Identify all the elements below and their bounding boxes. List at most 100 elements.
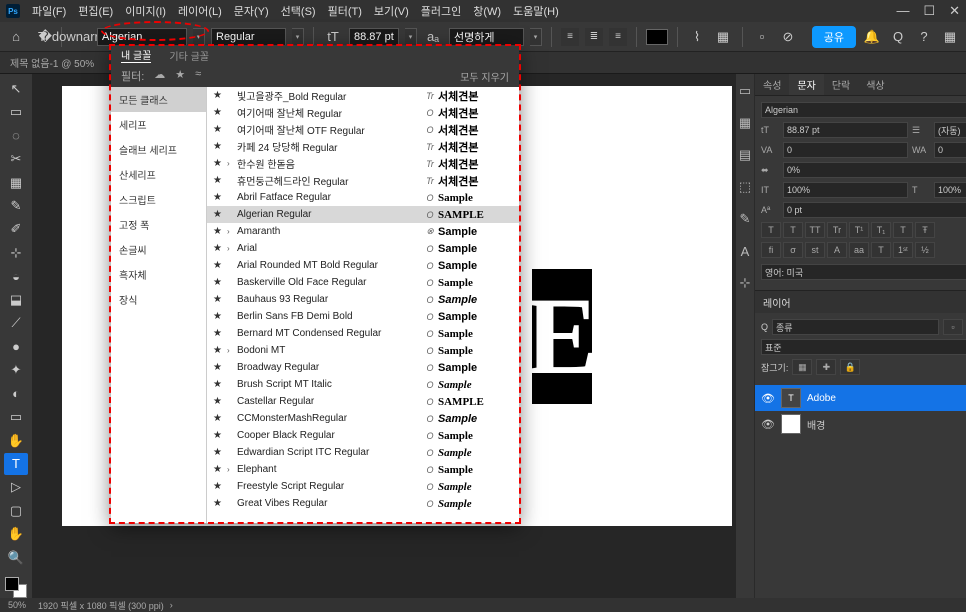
tool-20[interactable]: 🔍 <box>4 547 28 568</box>
font-list-item[interactable]: ★빛고을광주_Bold RegularTr서체견본 <box>207 87 519 104</box>
tab-color[interactable]: 색상 <box>858 74 892 95</box>
search-icon[interactable]: Q <box>888 27 908 47</box>
font-tab-other[interactable]: 기타 글꼴 <box>169 48 209 63</box>
lock-all-icon[interactable]: 🔒 <box>840 359 860 375</box>
panel-icon-0[interactable]: ▭ <box>736 82 754 100</box>
font-class-item[interactable]: 세리프 <box>111 112 206 137</box>
expand-arrow-icon[interactable]: › <box>227 159 237 168</box>
type-style-5[interactable]: T₁ <box>871 222 891 238</box>
font-list-item[interactable]: ★Algerian RegularOSAMPLE <box>207 206 519 223</box>
visibility-icon[interactable]: 👁 <box>761 392 775 405</box>
notification-icon[interactable]: 🔔 <box>862 27 882 47</box>
font-list-item[interactable]: ★›ArialOSample <box>207 240 519 257</box>
font-list-item[interactable]: ★Castellar RegularOSAMPLE <box>207 393 519 410</box>
tool-13[interactable]: ◐ <box>4 383 28 404</box>
font-list-item[interactable]: ★Great Vibes RegularOSample <box>207 495 519 512</box>
filter-img-icon[interactable]: ▫ <box>943 319 963 335</box>
font-list-item[interactable]: ★Arial Rounded MT Bold RegularOSample <box>207 257 519 274</box>
font-size-input[interactable] <box>349 28 399 46</box>
tool-16[interactable]: T <box>4 453 28 474</box>
visibility-icon[interactable]: 👁 <box>761 418 775 431</box>
panel-icon-2[interactable]: ▤ <box>736 146 754 164</box>
workspace-icon[interactable]: ▦ <box>940 27 960 47</box>
menu-help[interactable]: 도움말(H) <box>513 3 559 19</box>
tool-4[interactable]: ▦ <box>4 172 28 193</box>
menu-layer[interactable]: 레이어(L) <box>178 3 222 19</box>
menu-edit[interactable]: 편집(E) <box>78 3 113 19</box>
char-vscale[interactable] <box>934 182 966 198</box>
panel-icon-1[interactable]: ▦ <box>736 114 754 132</box>
font-tab-my[interactable]: 내 글꼴 <box>121 47 151 63</box>
favorite-star-icon[interactable]: ★ <box>213 141 227 152</box>
char-size[interactable] <box>783 122 908 138</box>
favorite-star-icon[interactable]: ★ <box>213 124 227 135</box>
type-style-7[interactable]: Ŧ <box>915 222 935 238</box>
help-icon[interactable]: ? <box>914 27 934 47</box>
char-kerning[interactable] <box>783 142 908 158</box>
font-list-item[interactable]: ★여기어때 잘난체 OTF RegularO서체견본 <box>207 121 519 138</box>
font-list-item[interactable]: ★Brush Script MT ItalicOSample <box>207 376 519 393</box>
char-leading[interactable] <box>934 122 966 138</box>
tool-10[interactable]: ⟋ <box>4 313 28 334</box>
lock-pixels-icon[interactable]: ▦ <box>792 359 812 375</box>
favorite-star-icon[interactable]: ★ <box>213 277 227 288</box>
font-list-item[interactable]: ★Abril Fatface RegularOSample <box>207 189 519 206</box>
favorite-star-icon[interactable]: ★ <box>213 396 227 407</box>
panel-icon-6[interactable]: ⊹ <box>736 274 754 292</box>
favorite-star-icon[interactable]: ★ <box>213 209 227 220</box>
menu-window[interactable]: 창(W) <box>473 3 501 19</box>
char-hscale[interactable] <box>783 182 908 198</box>
type-style-4[interactable]: T¹ <box>849 222 869 238</box>
favorite-star-icon[interactable]: ★ <box>213 192 227 203</box>
opentype-7[interactable]: ½ <box>915 242 935 258</box>
font-list-item[interactable]: ★Broadway RegularOSample <box>207 359 519 376</box>
align-left[interactable]: ≡ <box>561 28 579 46</box>
filter-star-icon[interactable]: ★ <box>175 68 185 84</box>
tab-character[interactable]: 문자 <box>789 74 823 95</box>
tool-19[interactable]: ✋ <box>4 524 28 545</box>
font-class-item[interactable]: 흑자체 <box>111 262 206 287</box>
menu-view[interactable]: 보기(V) <box>374 3 409 19</box>
opentype-4[interactable]: aa <box>849 242 869 258</box>
font-list[interactable]: ★빛고을광주_Bold RegularTr서체견본★여기어때 잘난체 Regul… <box>207 87 519 523</box>
font-class-item[interactable]: 스크립트 <box>111 187 206 212</box>
font-class-item[interactable]: 손글씨 <box>111 237 206 262</box>
font-list-item[interactable]: ★Bauhaus 93 RegularOSample <box>207 291 519 308</box>
font-list-item[interactable]: ★Berlin Sans FB Demi BoldOSample <box>207 308 519 325</box>
tab-properties[interactable]: 속성 <box>755 74 789 95</box>
font-list-item[interactable]: ★Freestyle Script RegularOSample <box>207 478 519 495</box>
font-class-item[interactable]: 슬래브 세리프 <box>111 137 206 162</box>
type-style-1[interactable]: T <box>783 222 803 238</box>
doc-info-arrow[interactable]: › <box>170 600 173 610</box>
warp-text-icon[interactable]: ⌇ <box>687 27 707 47</box>
home-icon[interactable]: ⌂ <box>6 27 26 47</box>
expand-arrow-icon[interactable]: › <box>227 227 237 236</box>
font-list-item[interactable]: ★Edwardian Script ITC RegularOSample <box>207 444 519 461</box>
window-minimize[interactable]: — <box>896 3 909 19</box>
tool-8[interactable]: ◒ <box>4 266 28 287</box>
align-center[interactable]: ≣ <box>585 28 603 46</box>
filter-tk-icon[interactable]: ☁ <box>154 68 165 84</box>
font-style-input[interactable] <box>211 28 286 46</box>
font-list-item[interactable]: ★Bernard MT Condensed RegularOSample <box>207 325 519 342</box>
share-button[interactable]: 공유 <box>812 26 856 48</box>
favorite-star-icon[interactable]: ★ <box>213 447 227 458</box>
font-list-item[interactable]: ★›한수원 한돋음Tr서체견본 <box>207 155 519 172</box>
layers-kind[interactable] <box>772 319 939 335</box>
tool-7[interactable]: ⊹ <box>4 242 28 263</box>
font-list-item[interactable]: ★›Amaranth⊗Sample <box>207 223 519 240</box>
layer-row[interactable]: 👁TAdobe <box>755 385 966 411</box>
favorite-star-icon[interactable]: ★ <box>213 311 227 322</box>
tool-5[interactable]: ✎ <box>4 195 28 216</box>
filter-similar-icon[interactable]: ≈ <box>195 68 201 84</box>
favorite-star-icon[interactable]: ★ <box>213 243 227 254</box>
3d-icon[interactable]: ▫ <box>752 27 772 47</box>
tool-3[interactable]: ✂ <box>4 148 28 169</box>
font-family-dropdown[interactable]: ▾ <box>193 28 205 46</box>
canvas-text-layer[interactable]: E <box>532 269 592 404</box>
fg-bg-swatch[interactable] <box>5 577 27 598</box>
font-class-item[interactable]: 산세리프 <box>111 162 206 187</box>
favorite-star-icon[interactable]: ★ <box>213 481 227 492</box>
favorite-star-icon[interactable]: ★ <box>213 294 227 305</box>
text-color-swatch[interactable] <box>646 29 668 45</box>
